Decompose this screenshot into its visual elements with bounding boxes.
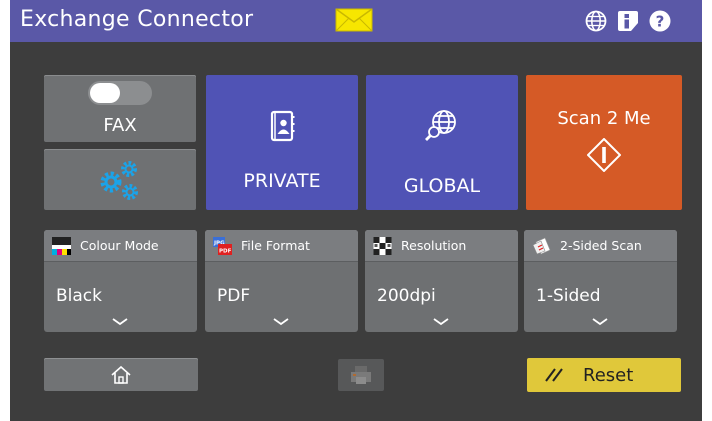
colour-mode-value: Black [56,286,102,306]
duplex-icon [532,237,551,255]
title-bar: Exchange Connector ? [10,0,702,42]
fax-tile[interactable]: FAX [44,75,196,142]
reset-label: Reset [583,365,634,386]
colour-mode-icon [52,237,71,255]
mail-icon[interactable] [335,8,373,32]
resolution-value: 200dpi [377,286,436,306]
resolution-label: Resolution [401,238,467,253]
two-sided-scan-card[interactable]: 2-Sided Scan 1-Sided [524,230,677,332]
file-format-icon: JPG PDF [213,237,232,255]
global-tile[interactable]: GLOBAL [366,75,518,210]
app-title: Exchange Connector [20,7,254,32]
fax-label: FAX [103,115,137,136]
global-label: GLOBAL [403,175,481,197]
chevron-down-icon [433,318,449,326]
settings-tile[interactable] [44,149,196,210]
job-status-icon [351,366,371,384]
private-tile[interactable]: PRIVATE [206,75,358,210]
resolution-icon [373,237,392,255]
resolution-header: Resolution [365,230,518,262]
resolution-card[interactable]: Resolution 200dpi [365,230,518,332]
scan2me-label: Scan 2 Me [557,108,651,129]
two-sided-scan-label: 2-Sided Scan [560,238,642,253]
private-label: PRIVATE [243,170,321,192]
scan2me-tile[interactable]: Scan 2 Me [526,75,682,210]
chevron-down-icon [592,318,608,326]
globe-search-icon [425,110,456,141]
colour-mode-label: Colour Mode [80,238,159,253]
help-icon[interactable]: ? [648,9,672,33]
svg-text:?: ? [656,13,665,31]
fax-toggle-knob [90,83,120,103]
info-icon[interactable] [616,9,640,33]
chevron-down-icon [112,318,128,326]
globe-icon[interactable] [584,9,608,33]
two-sided-scan-header: 2-Sided Scan [524,230,677,262]
chevron-down-icon [273,318,289,326]
two-sided-scan-value: 1-Sided [536,286,601,306]
gears-icon [100,161,138,200]
contact-book-icon [270,110,295,142]
home-icon [111,365,131,384]
colour-mode-header: Colour Mode [44,230,197,262]
svg-text:PDF: PDF [219,249,232,255]
start-diamond-icon [587,138,621,172]
file-format-card[interactable]: JPG PDF File Format PDF [205,230,358,332]
file-format-header: JPG PDF File Format [205,230,358,262]
home-button[interactable] [44,358,198,391]
reset-button[interactable]: Reset [527,358,681,392]
colour-mode-card[interactable]: Colour Mode Black [44,230,197,332]
eraser-icon [545,368,563,382]
file-format-value: PDF [217,286,251,306]
app-frame: Exchange Connector ? FAX PRIVATE GLOBAL … [10,0,702,421]
fax-toggle[interactable] [88,81,152,105]
file-format-label: File Format [241,238,310,253]
job-status-button[interactable] [338,359,384,391]
